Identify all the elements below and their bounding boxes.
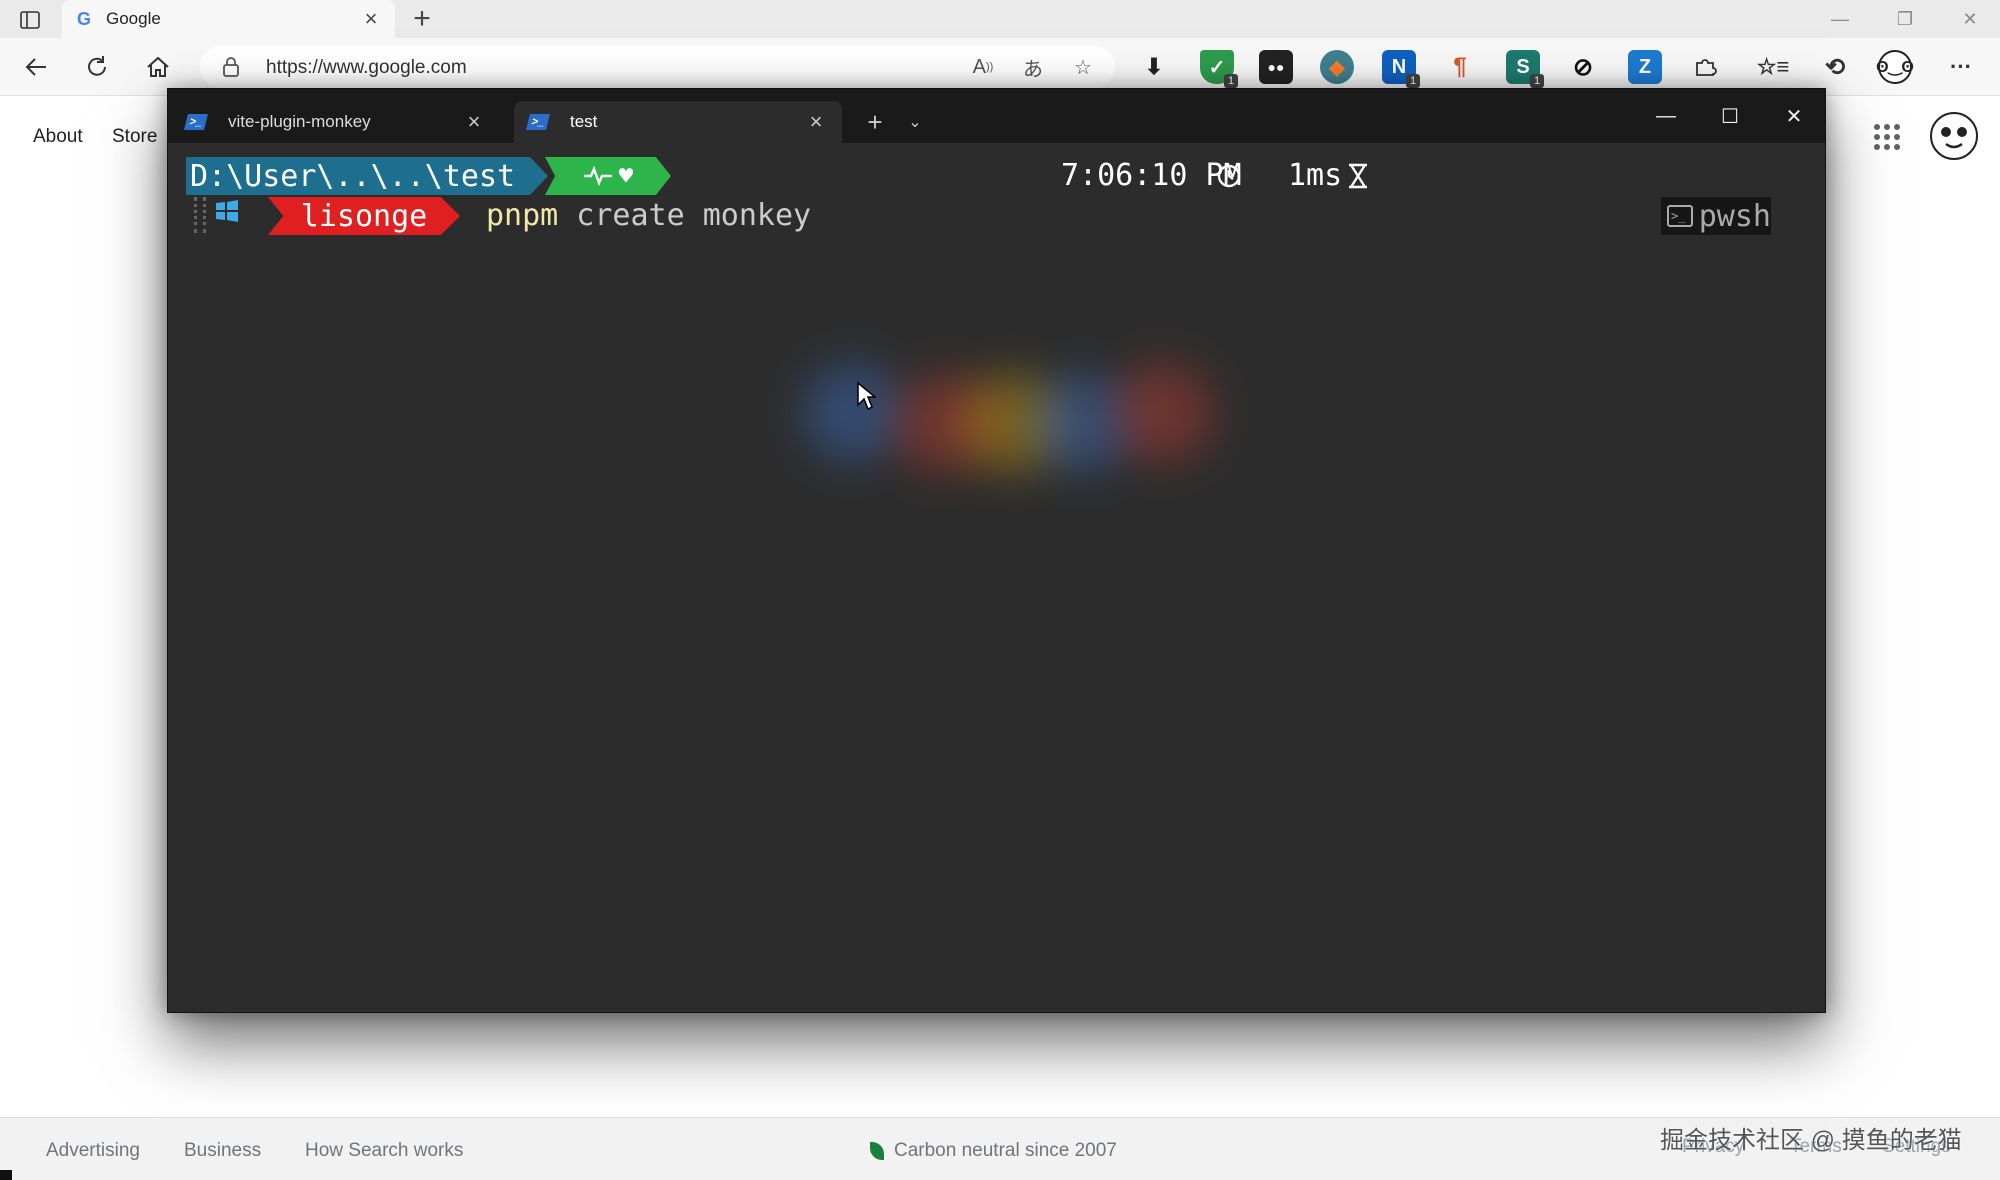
shell-name: pwsh <box>1698 198 1771 234</box>
new-tab-button[interactable]: + <box>400 2 444 36</box>
sidebar-toggle-icon[interactable] <box>10 4 50 36</box>
close-tab-icon[interactable]: × <box>462 109 486 135</box>
carbon-neutral-link[interactable]: Carbon neutral since 2007 <box>870 1140 1117 1162</box>
about-link[interactable]: About <box>33 126 83 148</box>
terminal-tab-test[interactable]: >_ test × <box>514 101 842 143</box>
watermark-text: 掘金技术社区 @ 摸鱼的老猫 <box>1660 1127 1962 1154</box>
close-tab-icon[interactable]: × <box>359 6 383 32</box>
account-avatar[interactable] <box>1930 112 1978 160</box>
prompt-user: lisonge <box>300 198 428 234</box>
terminal-content[interactable]: D:\User\..\..\test ♥ lisonge pnpm create… <box>168 143 1825 1014</box>
how-search-works-link[interactable]: How Search works <box>305 1140 463 1162</box>
clock-icon <box>1217 164 1241 188</box>
translate-icon[interactable]: あ <box>1016 54 1050 81</box>
leaf-icon <box>870 1142 884 1160</box>
blurred-google-logo <box>793 353 1213 473</box>
extension-n-icon[interactable]: N1 <box>1382 50 1420 88</box>
prompt-connector <box>194 197 206 233</box>
url-text[interactable]: https://www.google.com <box>266 57 467 79</box>
terminal-shell-icon: >_ <box>1667 205 1693 227</box>
extension-fox-icon[interactable]: ◆ <box>1320 50 1354 84</box>
browser-tab-strip: G Google × + — ❐ ✕ <box>0 0 2000 38</box>
extensions-puzzle-icon[interactable] <box>1688 50 1722 84</box>
terminal-titlebar[interactable]: >_ vite-plugin-monkey × >_ test × + ⌄ — … <box>168 89 1825 143</box>
hourglass-icon <box>1349 163 1367 189</box>
prompt-user-segment: lisonge <box>268 197 460 235</box>
download-icon[interactable]: ⬇ <box>1137 50 1171 84</box>
browser-tab-google[interactable]: G Google × <box>62 0 395 38</box>
lock-icon[interactable] <box>222 56 240 83</box>
windows-icon <box>216 200 238 222</box>
restore-button[interactable]: ❐ <box>1875 0 1935 38</box>
read-aloud-icon[interactable]: A)) <box>966 54 1000 80</box>
shell-indicator: >_ pwsh <box>1661 197 1771 235</box>
more-icon[interactable]: ··· <box>1944 50 1978 84</box>
extension-s-icon[interactable]: S1 <box>1506 50 1544 88</box>
prompt-path-segment: D:\User\..\..\test <box>186 157 548 195</box>
browser-tab-title: Google <box>106 9 161 28</box>
google-favicon-icon: G <box>76 8 91 29</box>
heart-icon: ♥ <box>618 162 634 190</box>
terminal-window[interactable]: >_ vite-plugin-monkey × >_ test × + ⌄ — … <box>167 88 1826 1013</box>
prompt-path: D:\User\..\..\test <box>190 158 516 194</box>
minimize-button[interactable]: — <box>1810 0 1870 38</box>
extension-block-icon[interactable]: ⊘ <box>1566 50 1600 84</box>
extension-z-icon[interactable]: Z <box>1628 50 1662 84</box>
close-window-button[interactable]: ✕ <box>1940 0 2000 38</box>
prompt-status-segment: ♥ <box>545 157 671 195</box>
profile-avatar-icon[interactable]: ʘ‿ʘ <box>1876 50 1914 84</box>
favorites-icon[interactable]: ☆≡ <box>1756 50 1790 84</box>
prompt-time: 7:06:10 PM <box>1061 158 1242 193</box>
google-apps-icon[interactable] <box>1874 124 1900 150</box>
home-icon[interactable] <box>136 46 180 88</box>
prompt-duration: 1ms <box>1288 158 1343 193</box>
powershell-icon: >_ <box>526 114 550 130</box>
advertising-link[interactable]: Advertising <box>46 1140 140 1162</box>
history-icon[interactable]: ⟲ <box>1818 50 1852 84</box>
terminal-tab-title: vite-plugin-monkey <box>228 112 371 131</box>
mouse-cursor-icon <box>857 381 876 411</box>
taskbar-edge <box>0 1170 12 1180</box>
command-arguments: create monkey <box>558 198 812 233</box>
terminal-tab-vite-plugin-monkey[interactable]: >_ vite-plugin-monkey × <box>172 101 500 143</box>
command-binary: pnpm <box>486 198 559 233</box>
refresh-icon[interactable] <box>75 46 119 88</box>
store-link[interactable]: Store <box>112 126 157 148</box>
extension-pilcrow-icon[interactable]: ¶ <box>1443 50 1477 84</box>
browser-window: G Google × + — ❐ ✕ https://www.google.co… <box>0 0 2000 1180</box>
address-bar[interactable]: https://www.google.com A)) あ ☆ <box>200 46 1115 88</box>
terminal-maximize-button[interactable]: ☐ <box>1698 89 1762 143</box>
business-link[interactable]: Business <box>184 1140 261 1162</box>
terminal-tab-title: test <box>570 112 598 131</box>
chevron-down-icon[interactable]: ⌄ <box>896 105 934 139</box>
extension-shield-icon[interactable]: ✓ 1 <box>1200 50 1238 88</box>
command-line[interactable]: pnpm create monkey <box>486 197 811 235</box>
terminal-minimize-button[interactable]: — <box>1634 89 1698 143</box>
extension-tampermonkey-icon[interactable]: ●● <box>1259 50 1293 84</box>
powershell-icon: >_ <box>184 114 208 130</box>
terminal-close-button[interactable]: ✕ <box>1762 89 1826 143</box>
add-favorite-icon[interactable]: ☆ <box>1066 54 1100 80</box>
back-icon[interactable] <box>14 46 58 88</box>
close-tab-icon[interactable]: × <box>804 109 828 135</box>
new-terminal-tab-button[interactable]: + <box>856 105 894 139</box>
carbon-neutral-text: Carbon neutral since 2007 <box>894 1140 1117 1161</box>
pulse-icon <box>583 165 612 187</box>
